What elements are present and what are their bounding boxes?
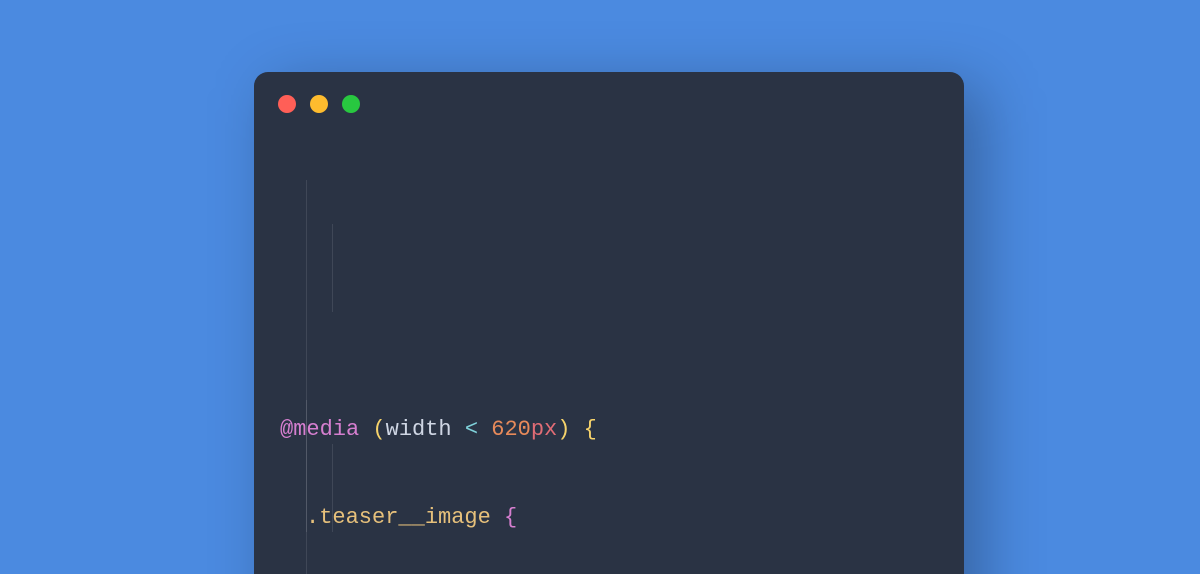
paren-open: (	[372, 417, 385, 442]
code-block: @media (width < 620px) { .teaser__image …	[254, 136, 964, 574]
keyword-media: @media	[280, 417, 359, 442]
selector: .teaser__image	[306, 505, 491, 530]
code-window: @media (width < 620px) { .teaser__image …	[254, 72, 964, 574]
stage: @media (width < 620px) { .teaser__image …	[0, 0, 1200, 574]
indent-guide	[332, 444, 333, 532]
media-feature: width	[386, 417, 452, 442]
brace-open: {	[584, 417, 597, 442]
indent-guide	[306, 400, 307, 574]
number: 620	[491, 417, 531, 442]
unit: px	[531, 417, 557, 442]
window-titlebar	[254, 72, 964, 136]
operator-lt: <	[465, 417, 478, 442]
code-line: .teaser__image {	[280, 496, 938, 540]
traffic-light-close-icon[interactable]	[278, 95, 296, 113]
paren-close: )	[557, 417, 570, 442]
brace-open: {	[504, 505, 517, 530]
traffic-light-zoom-icon[interactable]	[342, 95, 360, 113]
indent-guide	[332, 224, 333, 312]
code-line: @media (width < 620px) {	[280, 408, 938, 452]
traffic-light-minimize-icon[interactable]	[310, 95, 328, 113]
